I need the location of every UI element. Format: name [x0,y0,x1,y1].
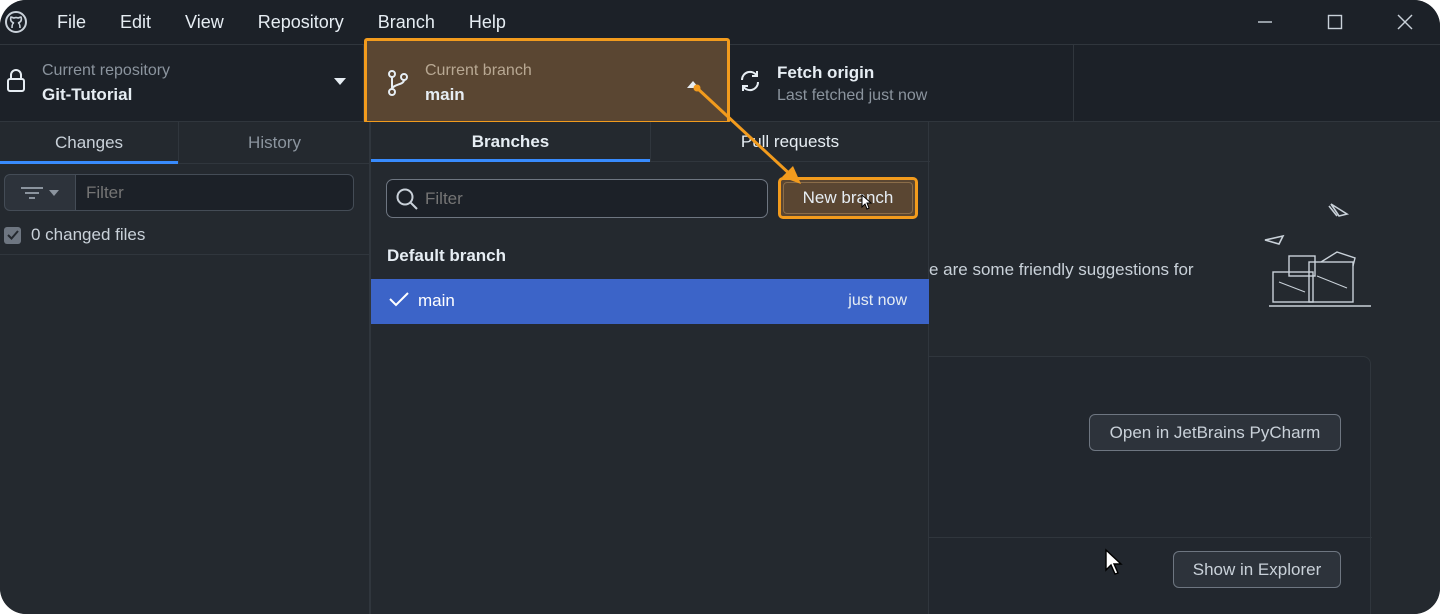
default-branch-heading: Default branch [387,246,507,265]
caret-down-icon [334,78,346,85]
tab-pull-requests[interactable]: Pull requests [650,122,929,162]
minimize-icon [1258,21,1272,23]
changed-files-count: 0 changed files [31,225,146,244]
github-logo-icon [5,11,27,33]
caret-up-icon [687,81,699,88]
branch-item-main[interactable]: main just now [371,279,929,324]
menu-view[interactable]: View [168,0,241,44]
caret-down-icon [49,189,59,196]
fetch-origin-button[interactable]: Fetch origin Last fetched just now [730,45,1074,121]
sidebar-tabs: Changes History [0,122,370,164]
current-branch-label: Current branch [425,62,532,79]
checkmark-icon [6,230,19,240]
new-branch-button-inner: New branch [783,182,913,214]
filter-icon [21,186,43,199]
search-icon [396,188,418,210]
fetch-origin-title: Fetch origin [777,63,875,82]
branches-dropdown: Branches Pull requests New branch Defaul… [370,122,930,614]
maximize-button[interactable] [1300,0,1370,44]
maximize-icon [1327,14,1343,30]
main-content: e are some friendly suggestions for Open… [919,122,1440,614]
tab-changes[interactable]: Changes [0,122,178,164]
current-repository-label: Current repository [42,62,171,79]
current-repository-button[interactable]: Current repository Git-Tutorial [0,45,364,121]
menu-file[interactable]: File [40,0,103,44]
window-controls [1230,0,1440,44]
branch-filter-box [386,179,768,218]
tab-history[interactable]: History [178,122,370,164]
close-button[interactable] [1370,0,1440,44]
changes-filter-input[interactable] [76,174,354,211]
new-branch-button[interactable]: New branch [778,177,918,219]
checkmark-icon [389,292,409,307]
menu-repository[interactable]: Repository [241,0,361,44]
minimize-button[interactable] [1230,0,1300,44]
github-desktop-window: File Edit View Repository Branch Help Cu… [0,0,1440,614]
close-icon [1397,14,1413,30]
suggestions-card: Open in JetBrains PyCharm Show in Explor… [919,356,1372,614]
card-divider [920,537,1372,538]
branch-filter-input[interactable] [425,180,755,217]
sync-icon [740,70,760,92]
mouse-cursor-icon [861,194,873,210]
current-branch-name: main [425,85,465,104]
suggestion-clip: e are some friendly suggestions for [929,122,1209,322]
tab-branches[interactable]: Branches [371,122,650,162]
filter-options-button[interactable] [4,174,76,211]
changed-files-row: 0 changed files [4,222,145,248]
changes-filter-row [4,174,354,211]
changes-sidebar: Changes History 0 changed files [0,122,370,614]
select-all-checkbox[interactable] [4,226,21,244]
current-repository-name: Git-Tutorial [42,85,133,104]
show-in-explorer-button[interactable]: Show in Explorer [1173,551,1341,588]
last-fetched-status: Last fetched just now [777,87,928,104]
dropdown-tabs: Branches Pull requests [371,122,930,162]
new-branch-label: New branch [802,188,894,207]
suggestion-text: e are some friendly suggestions for [929,260,1194,279]
open-in-editor-button[interactable]: Open in JetBrains PyCharm [1089,414,1341,451]
lock-icon [7,69,25,92]
boxes-illustration [1264,203,1371,307]
toolbar: Current repository Git-Tutorial Current … [0,38,1440,124]
sidebar-divider [0,254,370,255]
current-branch-button[interactable]: Current branch main [364,38,730,124]
menu-edit[interactable]: Edit [103,0,168,44]
branch-last-updated: just now [848,292,907,309]
mouse-cursor-icon [1105,548,1123,575]
branch-name: main [418,291,455,310]
git-branch-icon [388,70,408,96]
